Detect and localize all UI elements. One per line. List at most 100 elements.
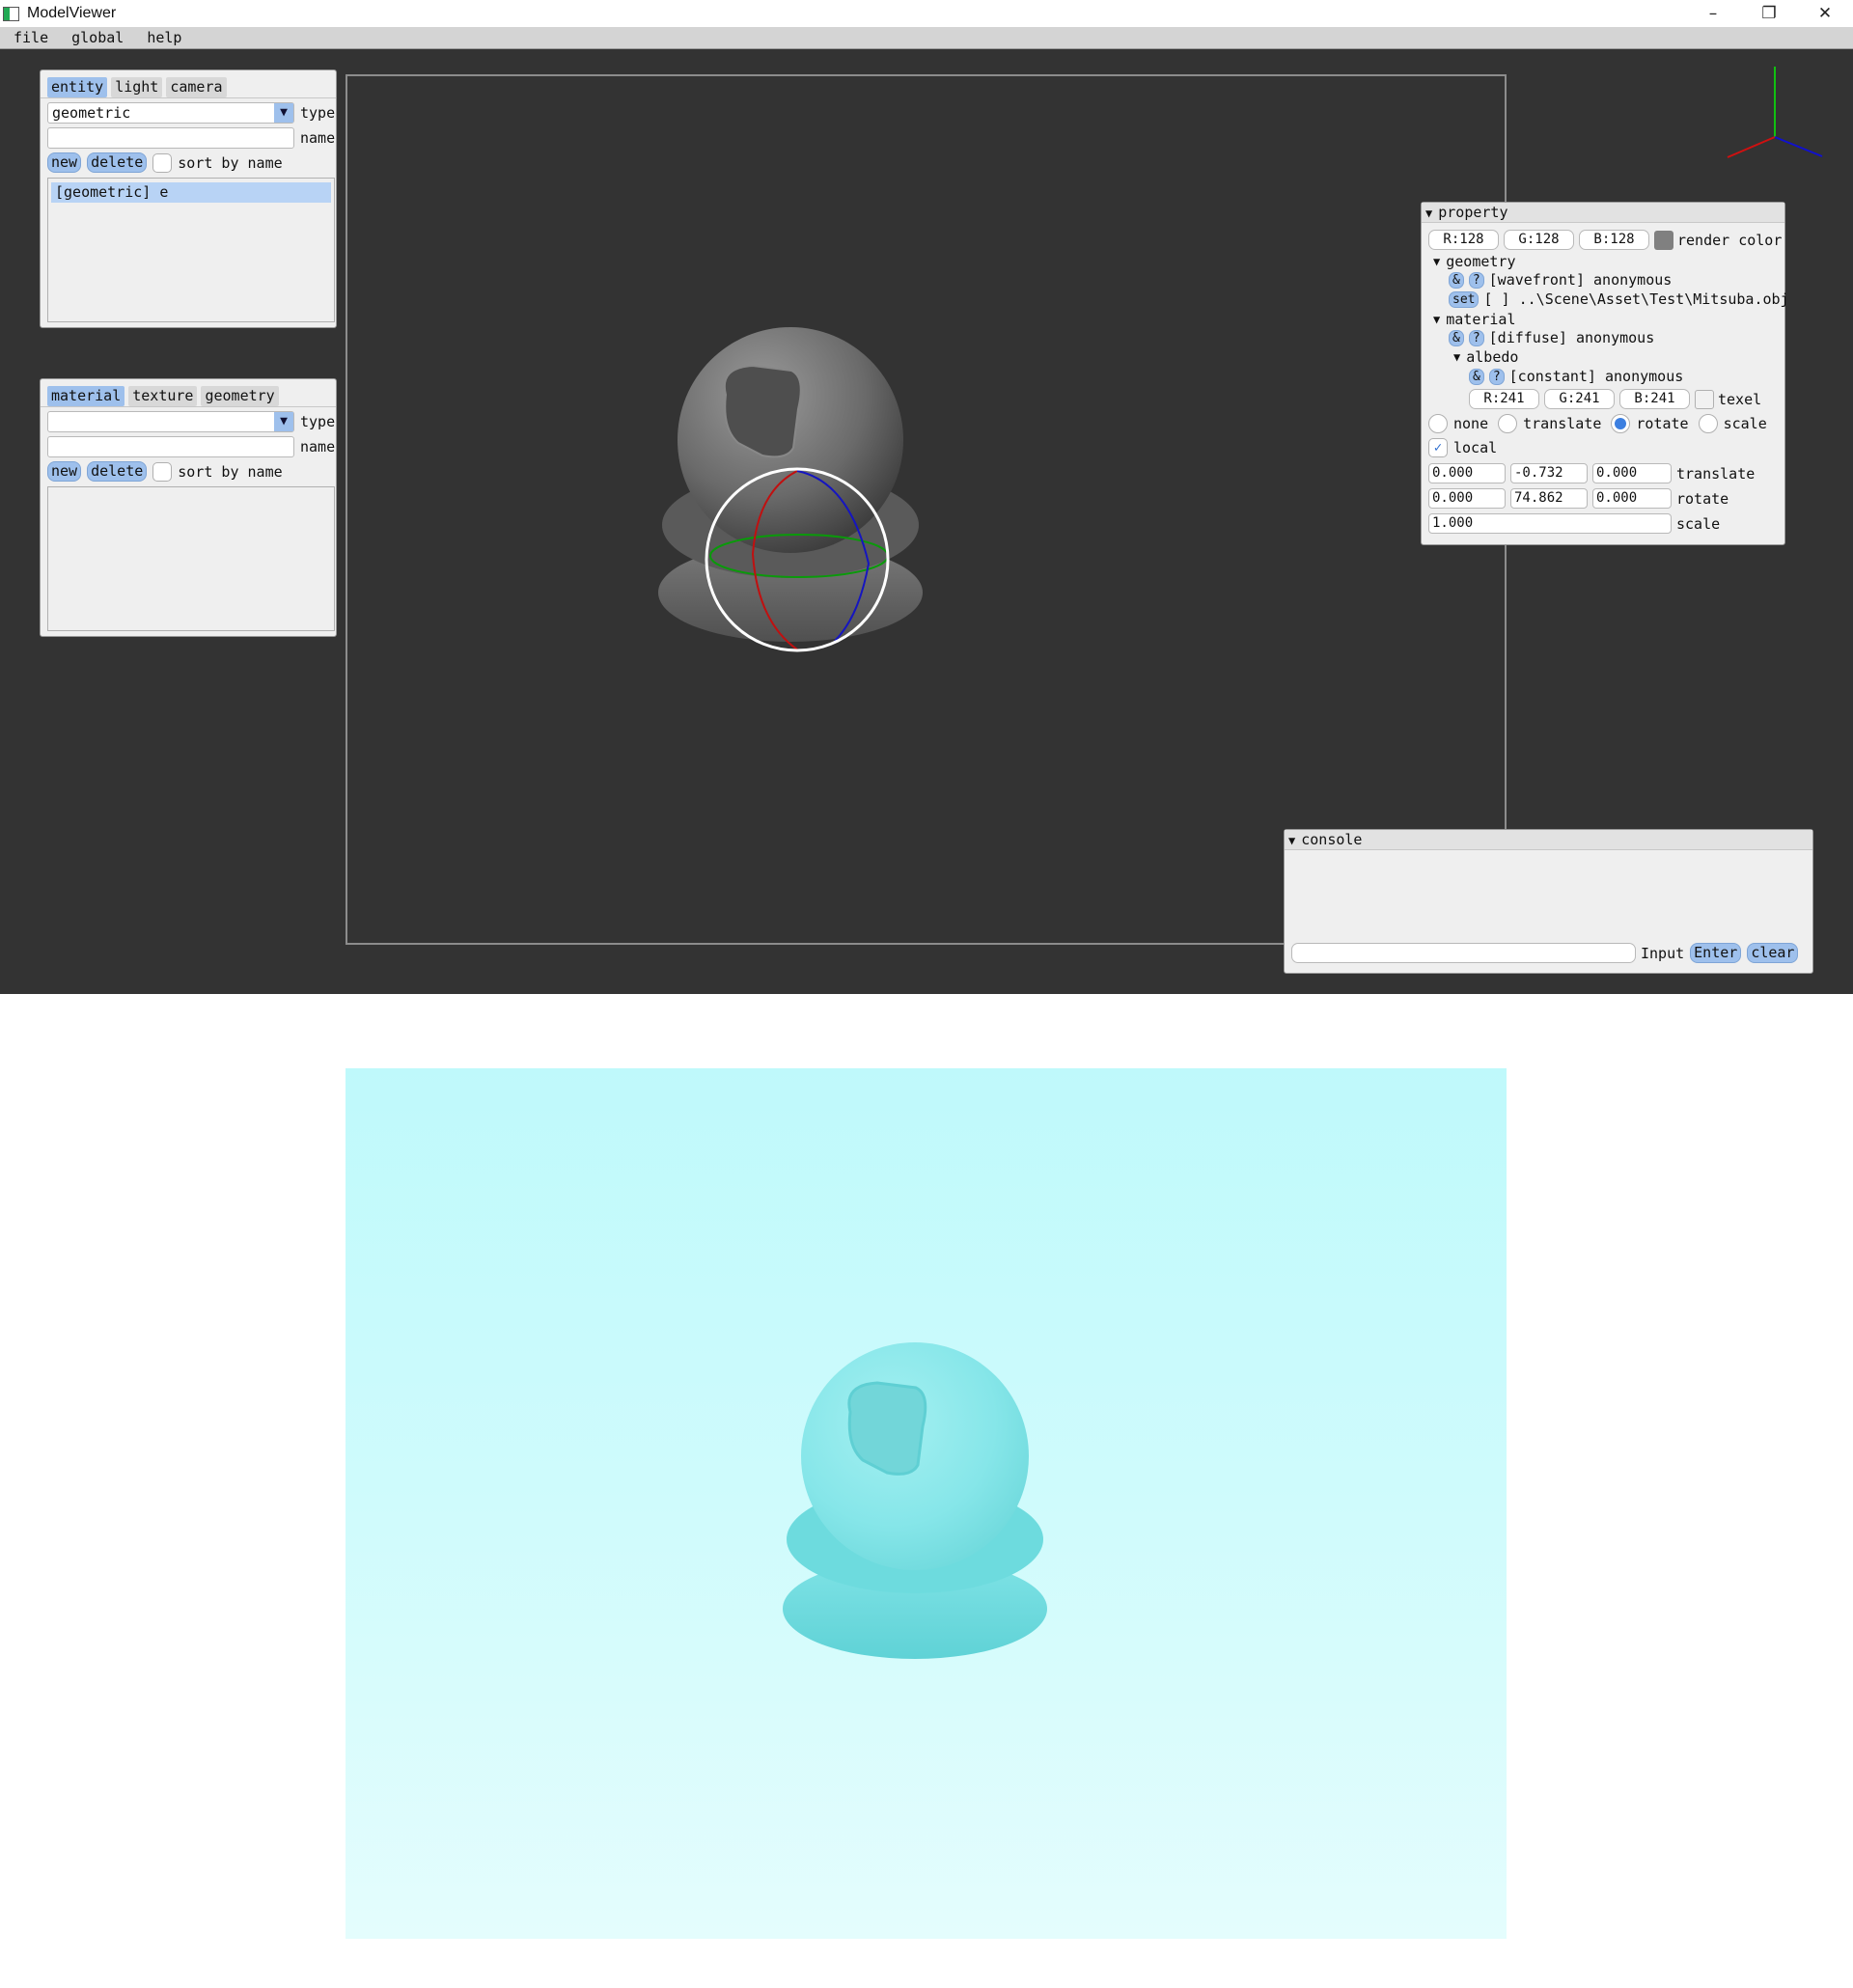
property-header[interactable]: ▼ property	[1422, 203, 1784, 223]
collapse-triangle-icon[interactable]: ▼	[1425, 207, 1432, 220]
dropdown-arrow-icon[interactable]: ▼	[274, 412, 293, 431]
render-color-label: render color	[1677, 231, 1783, 249]
albedo-help-button[interactable]: ?	[1488, 368, 1505, 385]
console-input[interactable]	[1291, 943, 1636, 963]
local-label: local	[1453, 439, 1498, 456]
entity-type-select[interactable]: geometric ▼	[47, 102, 294, 124]
console-input-label: Input	[1641, 944, 1685, 962]
console-enter-button[interactable]: Enter	[1690, 943, 1742, 963]
editor-area: entity light camera geometric ▼ type nam…	[0, 49, 1853, 994]
collapse-triangle-icon[interactable]: ▼	[1453, 350, 1460, 364]
resource-delete-button[interactable]: delete	[87, 461, 148, 482]
albedo-ref-button[interactable]: &	[1469, 368, 1484, 385]
translate-z-field[interactable]: 0.000	[1592, 463, 1672, 483]
tab-geometry[interactable]: geometry	[201, 386, 279, 406]
albedo-color-g[interactable]: G:241	[1544, 389, 1615, 409]
resource-type-select[interactable]: ▼	[47, 411, 294, 432]
mode-none-radio[interactable]	[1428, 414, 1448, 433]
resource-list[interactable]	[47, 486, 335, 631]
resource-name-label: name	[300, 438, 336, 456]
entity-list[interactable]: [geometric] e	[47, 178, 335, 322]
console-header[interactable]: ▼ console	[1285, 830, 1812, 850]
tab-material[interactable]: material	[47, 386, 125, 406]
menu-bar: file global help	[0, 27, 1853, 49]
material-label: material	[1446, 311, 1516, 328]
title-bar: ModelViewer – ❐ ✕	[0, 0, 1853, 27]
albedo-color-r[interactable]: R:241	[1469, 389, 1539, 409]
window-controls: – ❐ ✕	[1685, 0, 1853, 27]
translate-x-field[interactable]: 0.000	[1428, 463, 1506, 483]
resource-panel: material texture geometry ▼ type name ne…	[40, 378, 337, 637]
mode-rotate-radio[interactable]	[1611, 414, 1631, 433]
albedo-label: albedo	[1466, 348, 1519, 366]
geometry-help-button[interactable]: ?	[1468, 271, 1484, 289]
render-color-r[interactable]: R:128	[1428, 230, 1499, 250]
model-preview	[658, 327, 923, 652]
collapse-triangle-icon[interactable]: ▼	[1433, 255, 1440, 268]
restore-icon[interactable]: ❐	[1741, 0, 1797, 27]
geometry-label: geometry	[1446, 253, 1516, 270]
entity-tabs: entity light camera	[41, 70, 336, 98]
entity-new-button[interactable]: new	[47, 152, 82, 173]
render-color-b[interactable]: B:128	[1579, 230, 1649, 250]
close-icon[interactable]: ✕	[1797, 0, 1853, 27]
entity-type-value: geometric	[52, 104, 131, 122]
translate-y-field[interactable]: -0.732	[1510, 463, 1588, 483]
scale-field[interactable]: 1.000	[1428, 513, 1672, 534]
console-title: console	[1301, 831, 1363, 848]
tab-camera[interactable]: camera	[166, 77, 227, 97]
entity-name-label: name	[300, 129, 336, 147]
app-icon	[3, 6, 19, 21]
resource-new-button[interactable]: new	[47, 461, 82, 482]
tab-entity[interactable]: entity	[47, 77, 108, 97]
collapse-triangle-icon[interactable]: ▼	[1288, 834, 1295, 847]
render-color-swatch[interactable]	[1654, 230, 1673, 250]
resource-tabs: material texture geometry	[41, 379, 336, 407]
entity-sort-checkbox[interactable]	[152, 152, 173, 173]
material-ref-button[interactable]: &	[1449, 329, 1464, 346]
menu-global[interactable]: global	[68, 29, 127, 46]
albedo-color-b[interactable]: B:241	[1619, 389, 1690, 409]
console-clear-button[interactable]: clear	[1747, 943, 1799, 963]
geometry-set-button[interactable]: set	[1449, 290, 1480, 308]
list-item[interactable]: [geometric] e	[51, 182, 331, 203]
entity-panel: entity light camera geometric ▼ type nam…	[40, 69, 337, 328]
viewport[interactable]	[346, 74, 1507, 945]
rendered-model	[783, 1342, 1047, 1659]
mode-scale-label: scale	[1723, 415, 1767, 432]
material-help-button[interactable]: ?	[1468, 329, 1484, 346]
minimize-icon[interactable]: –	[1685, 0, 1741, 27]
albedo-color-swatch[interactable]	[1695, 389, 1714, 409]
collapse-triangle-icon[interactable]: ▼	[1433, 313, 1440, 326]
resource-sort-checkbox[interactable]	[152, 461, 173, 482]
menu-help[interactable]: help	[143, 29, 185, 46]
local-checkbox[interactable]: ✓	[1428, 438, 1448, 457]
menu-file[interactable]: file	[10, 29, 52, 46]
translate-label: translate	[1676, 464, 1756, 483]
rotate-z-field[interactable]: 0.000	[1592, 488, 1672, 509]
property-title: property	[1438, 204, 1508, 221]
axis-z	[1774, 136, 1823, 157]
mode-scale-radio[interactable]	[1698, 414, 1718, 433]
tab-light[interactable]: light	[111, 77, 163, 97]
entity-name-input[interactable]	[47, 127, 294, 149]
scale-label: scale	[1676, 514, 1721, 533]
rotate-y-field[interactable]: 74.862	[1510, 488, 1588, 509]
tab-texture[interactable]: texture	[128, 386, 198, 406]
axis-x	[1727, 136, 1776, 158]
resource-name-input[interactable]	[47, 436, 294, 457]
geometry-ref-button[interactable]: &	[1449, 271, 1464, 289]
entity-sort-label: sort by name	[178, 153, 283, 172]
render-color-g[interactable]: G:128	[1504, 230, 1574, 250]
window-title: ModelViewer	[27, 5, 117, 21]
mode-translate-label: translate	[1523, 415, 1602, 432]
mode-none-label: none	[1453, 415, 1489, 432]
material-type-text: [diffuse] anonymous	[1488, 329, 1655, 346]
mode-translate-radio[interactable]	[1498, 414, 1518, 433]
albedo-color-label: texel	[1718, 390, 1762, 408]
rotate-label: rotate	[1676, 489, 1729, 508]
entity-delete-button[interactable]: delete	[87, 152, 148, 173]
geometry-type-text: [wavefront] anonymous	[1488, 271, 1673, 289]
rotate-x-field[interactable]: 0.000	[1428, 488, 1506, 509]
dropdown-arrow-icon[interactable]: ▼	[274, 103, 293, 123]
